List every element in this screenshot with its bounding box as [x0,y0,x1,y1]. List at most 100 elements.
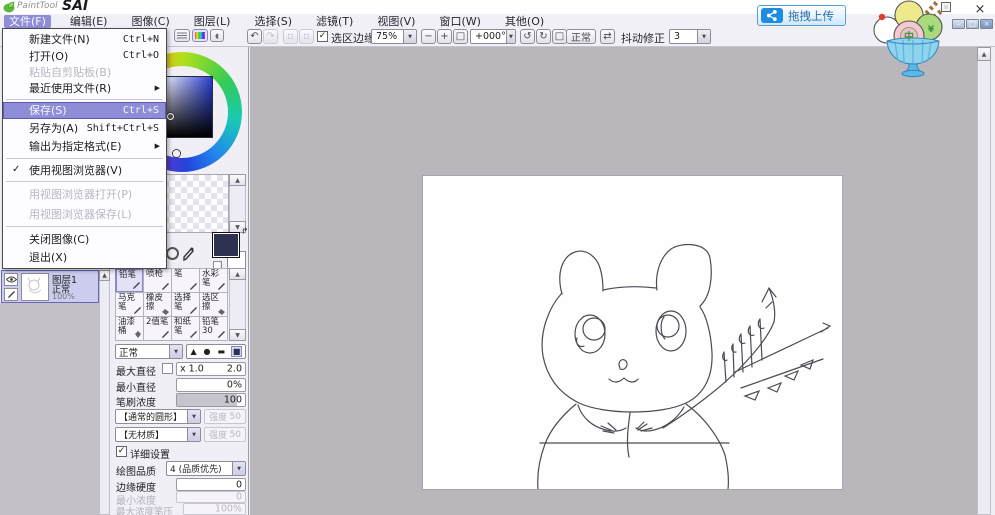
menu-image[interactable]: 图像(C) [126,15,174,28]
sticker-corner-icon[interactable] [941,2,951,12]
color-wheel-tab[interactable] [192,29,208,42]
tool-binary-pen[interactable]: 2值笔 [143,316,172,341]
color-sliders-tab[interactable] [174,29,190,42]
edge-hardness-slider[interactable]: 0 [176,478,246,491]
doc-close-button[interactable]: × [980,19,993,29]
redo-button[interactable]: ↷ [263,29,278,44]
jitter-dropdown-arrow-icon[interactable]: ▼ [697,30,710,43]
doc-restore-button[interactable]: □ [966,19,979,29]
menu-item-save[interactable]: 保存(S)Ctrl+S [3,102,166,119]
brush-edge-square-icon[interactable]: ■ [232,347,242,356]
quality-arrow-icon[interactable]: ▼ [232,462,245,475]
menu-item-use-view-browser[interactable]: ✓使用视图浏览器(V) [3,161,166,179]
flip-canvas-button[interactable]: ⇄ [600,29,615,44]
color-mixer-tab[interactable]: ◖ [210,29,224,42]
tool-pen[interactable]: 笔 [171,268,200,293]
blend-mode-button[interactable]: 正常 [566,29,596,44]
painttool-sai-window: PaintTool SAI 文件(F) 编辑(E) 图像(C) 图层(L) 选择… [0,0,995,515]
angle-dropdown-arrow-icon[interactable]: ▼ [506,30,515,43]
app-close-button[interactable]: × [969,2,991,17]
tool-bucket[interactable]: 油漆桶 [115,316,144,341]
doc-minimize-button[interactable]: – [952,19,965,29]
menu-others[interactable]: 其他(O) [500,15,549,28]
saturation-value-picker[interactable] [159,76,213,138]
swap-colors-arrow-icon[interactable]: ↱ [241,227,249,237]
min-diameter-slider[interactable]: 0% [176,378,246,392]
brush-blend-arrow-icon[interactable]: ▼ [169,345,182,358]
menu-item-exit[interactable]: 退出(X) [3,248,166,266]
menu-select[interactable]: 选择(S) [249,15,297,28]
angle-select[interactable]: +000° ▼ [470,29,516,44]
zoom-reset-button[interactable]: □ [453,29,468,44]
menu-item-label: 关闭图像(C) [29,231,89,247]
brush-shape-selector[interactable]: ▲ ● ▬ ■ [186,344,246,359]
jitter-select[interactable]: 3 ▼ [669,29,711,44]
brush-edge-spike-icon[interactable]: ▲ [190,347,196,356]
canvas-scroll-up-button[interactable]: ▲ [977,47,991,61]
eyedropper-icon[interactable] [182,246,195,262]
menu-item-close-image[interactable]: 关闭图像(C) [3,229,166,247]
density-slider[interactable]: 100 [176,393,246,407]
zoom-out-button[interactable]: − [421,29,436,44]
menu-item-new-file[interactable]: 新建文件(N)Ctrl+N [3,31,166,47]
tool-watercolor[interactable]: 水彩笔 [199,268,228,293]
rotate-ccw-button[interactable]: ↺ [520,29,535,44]
layer-thumbnail[interactable] [21,273,49,301]
zoom-select[interactable]: 75% ▼ [371,29,417,44]
tool-pencil[interactable]: 铅笔 [115,268,144,293]
foreground-color-swatch[interactable] [212,232,240,258]
hue-ring-toggle[interactable] [166,247,179,260]
menu-view[interactable]: 视图(V) [372,15,420,28]
tool-eraser[interactable]: 橡皮擦 [143,292,172,317]
selection-edge-label: 选区边缘 [331,30,375,46]
layer-visibility-toggle[interactable] [4,273,18,286]
scratchpad-scroll-up-button[interactable]: ▲ [229,174,246,186]
menu-item-open[interactable]: 打开(O)Ctrl+O [3,47,166,63]
layer-row[interactable]: 图层1 正常 100% [1,270,99,303]
hue-marker[interactable] [173,150,180,157]
layer-scroll-up-button[interactable]: ▲ [99,270,110,281]
tool-airbrush[interactable]: 喷枪 [143,268,172,293]
menu-edit[interactable]: 编辑(E) [65,15,113,28]
layer-scrollbar[interactable] [99,270,110,515]
tool-select-eraser[interactable]: 选区擦 [199,292,228,317]
rotate-reset-button[interactable]: □ [552,29,567,44]
max-diameter-slider[interactable]: x 1.0 2.0 [176,362,246,376]
menu-item-save-as[interactable]: 另存为(A)Shift+Ctrl+S [3,119,166,137]
brush-edge-round-icon[interactable]: ● [204,347,211,356]
selection-edge-checkbox[interactable]: ✓ [317,31,328,42]
menu-filter[interactable]: 滤镜(T) [311,15,358,28]
diameter-unit-button[interactable] [162,363,173,374]
brush-shape-arrow-icon[interactable]: ▼ [187,410,200,423]
brush-texture-select[interactable]: 【无材质】 ▼ [115,427,201,442]
tool-scroll-down-button[interactable]: ▼ [229,329,246,341]
detail-settings-checkbox[interactable]: ✓ [116,446,127,457]
brush-edge-flat-icon[interactable]: ▬ [217,347,225,356]
sv-marker[interactable] [167,113,174,120]
layer-edit-indicator[interactable] [4,288,18,301]
menu-file[interactable]: 文件(F) [4,15,51,28]
menu-layer[interactable]: 图层(L) [189,15,236,28]
undo-button[interactable]: ↶ [247,29,262,44]
quality-select[interactable]: 4 (品质优先) ▼ [166,461,246,476]
zoom-in-button[interactable]: + [437,29,452,44]
zoom-dropdown-arrow-icon[interactable]: ▼ [403,30,416,43]
menu-window[interactable]: 窗口(W) [434,15,485,28]
canvas-vertical-scrollbar[interactable] [977,47,991,515]
menu-item-recent-files[interactable]: 最近使用文件(R)▶ [3,80,166,96]
deselect-button[interactable]: ▫ [283,29,298,44]
tool-washi-pen[interactable]: 和纸笔 [171,316,200,341]
canvas-workspace[interactable] [250,47,995,515]
tool-scroll-up-button[interactable]: ▲ [229,268,246,280]
tool-marker[interactable]: 马克笔 [115,292,144,317]
drawing-canvas[interactable] [422,175,843,490]
tool-select-pen[interactable]: 选择笔 [171,292,200,317]
tool-pencil30[interactable]: 铅笔30 [199,316,228,341]
menu-item-export-format[interactable]: 输出为指定格式(E)▶ [3,137,166,155]
brush-texture-arrow-icon[interactable]: ▼ [187,428,200,441]
rotate-cw-button[interactable]: ↻ [536,29,551,44]
drag-upload-button[interactable]: 拖拽上传 [757,5,846,26]
brush-blend-select[interactable]: 正常 ▼ [115,344,183,359]
brush-shape-select[interactable]: 【通常的圆形】 ▼ [115,409,201,424]
invert-selection-button[interactable]: ▫ [299,29,314,44]
